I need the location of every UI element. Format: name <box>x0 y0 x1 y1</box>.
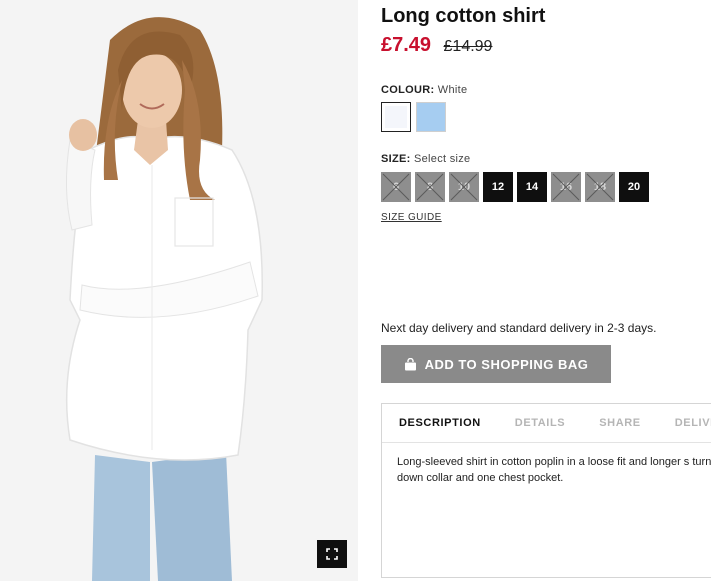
shopping-bag-icon <box>404 357 416 370</box>
sale-price: £7.49 <box>381 34 432 56</box>
product-title: Long cotton shirt <box>381 5 546 27</box>
cross-out-icon <box>416 173 444 201</box>
tab-bar: DESCRIPTION DETAILS SHARE DELIVI <box>382 404 711 443</box>
fullscreen-button[interactable] <box>317 540 347 568</box>
delivery-info: Next day delivery and standard delivery … <box>381 321 657 335</box>
original-price: £14.99 <box>443 38 493 55</box>
model-photo <box>0 0 358 581</box>
cross-out-icon <box>586 173 614 201</box>
colour-selected-value: White <box>437 84 468 96</box>
colour-swatches <box>381 102 446 132</box>
add-to-bag-label: ADD TO SHOPPING BAG <box>424 356 589 372</box>
size-10[interactable]: 10 <box>449 172 479 202</box>
colour-label-row: COLOUR: White <box>381 84 467 96</box>
size-options: 6 8 10 12 14 16 18 20 <box>381 172 649 202</box>
tab-details[interactable]: DETAILS <box>498 404 582 442</box>
tab-description[interactable]: DESCRIPTION <box>382 404 498 442</box>
size-label-row: SIZE: Select size <box>381 153 470 165</box>
size-14[interactable]: 14 <box>517 172 547 202</box>
size-label: SIZE: <box>381 153 411 165</box>
add-to-bag-button[interactable]: ADD TO SHOPPING BAG <box>381 345 611 383</box>
info-tabs-panel: DESCRIPTION DETAILS SHARE DELIVI Long-sl… <box>381 403 711 578</box>
cross-out-icon <box>382 173 410 201</box>
fullscreen-icon <box>326 548 338 560</box>
product-image[interactable] <box>0 0 358 581</box>
swatch-light-blue[interactable] <box>416 102 446 132</box>
size-label-12: 12 <box>491 181 505 193</box>
size-16[interactable]: 16 <box>551 172 581 202</box>
size-18[interactable]: 18 <box>585 172 615 202</box>
size-20[interactable]: 20 <box>619 172 649 202</box>
cross-out-icon <box>450 173 478 201</box>
size-guide-link[interactable]: SIZE GUIDE <box>381 212 442 223</box>
description-text: Long-sleeved shirt in cotton poplin in a… <box>397 456 711 484</box>
size-6[interactable]: 6 <box>381 172 411 202</box>
size-prompt: Select size <box>413 153 471 165</box>
size-label-20: 20 <box>627 181 641 193</box>
tab-delivery[interactable]: DELIVI <box>658 404 711 442</box>
tab-share[interactable]: SHARE <box>582 404 658 442</box>
colour-label: COLOUR: <box>381 84 435 96</box>
size-label-14: 14 <box>525 181 539 193</box>
swatch-white[interactable] <box>381 102 411 132</box>
cross-out-icon <box>552 173 580 201</box>
price-row: £7.49 £14.99 <box>381 34 492 57</box>
size-12[interactable]: 12 <box>483 172 513 202</box>
size-8[interactable]: 8 <box>415 172 445 202</box>
swatch-fill <box>385 106 407 128</box>
